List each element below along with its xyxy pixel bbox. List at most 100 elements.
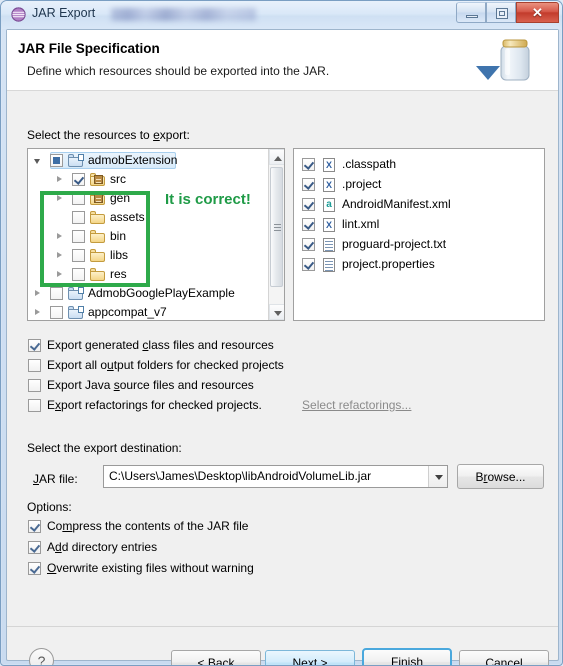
tree-row-checkbox[interactable] [50,306,63,319]
footer-divider [7,626,558,627]
select-refactorings-link[interactable]: Select refactorings... [302,398,411,412]
jar-export-window: JAR Export ✕ JAR File Specification Defi… [0,0,563,666]
android-manifest-icon: a [322,198,338,212]
help-button[interactable]: ? [29,648,54,666]
jar-option-checkbox[interactable] [28,541,41,554]
window-title-bar[interactable]: JAR Export ✕ [1,1,562,29]
maximize-icon [496,8,508,19]
tree-row[interactable]: appcompat_v7 [28,303,268,320]
export-option-checkbox[interactable] [28,359,41,372]
chevron-right-icon[interactable] [56,233,63,240]
source-folder-icon [90,173,106,187]
xml-file-icon: X [322,158,338,172]
tree-row-checkbox[interactable] [72,249,85,262]
export-option-label: Export Java source files and resources [47,378,254,392]
chevron-right-icon[interactable] [34,309,41,316]
jar-option-label: Compress the contents of the JAR file [47,519,249,533]
browse-button[interactable]: Browse... [457,464,544,489]
maximize-button[interactable] [486,2,516,23]
cancel-label: Cancel [485,655,523,666]
tree-row-checkbox[interactable] [50,287,63,300]
file-checkbox[interactable] [302,178,315,191]
tree-row-checkbox[interactable] [72,192,85,205]
jar-file-combobox[interactable]: C:\Users\James\Desktop\libAndroidVolumeL… [103,465,448,488]
tree-row-checkbox[interactable] [50,154,63,167]
file-label: .project [342,177,382,191]
file-checkbox[interactable] [302,258,315,271]
next-button[interactable]: Next > [265,650,355,665]
file-checkbox[interactable] [302,238,315,251]
tree-row-checkbox[interactable] [72,268,85,281]
file-list[interactable]: X .classpath X .project a AndroidManifest.xml… [293,148,545,321]
file-checkbox[interactable] [302,158,315,171]
chevron-right-icon[interactable] [34,290,41,297]
file-label: AndroidManifest.xml [342,197,451,211]
tree-row-label: AdmobGooglePlayExample [88,286,235,300]
resource-tree[interactable]: admobExtension src gen assets bin libs res Admo… [27,148,285,321]
minimize-icon [466,15,478,18]
help-icon: ? [37,653,46,666]
close-button[interactable]: ✕ [516,2,559,23]
back-button[interactable]: < Back [171,650,261,665]
scroll-up-icon[interactable] [269,149,284,165]
tree-row[interactable]: assets [28,208,268,227]
project-icon [68,154,84,168]
file-label: project.properties [342,257,435,271]
tree-row[interactable]: bin [28,227,268,246]
cancel-button[interactable]: Cancel [459,650,549,666]
jar-export-sphere-icon [11,7,26,22]
file-list-item[interactable]: Xlint.xml [294,215,544,234]
page-title: JAR File Specification [18,41,160,56]
scrollbar-thumb[interactable] [270,167,283,287]
file-list-item[interactable]: project.properties [294,255,544,274]
tree-row-label: admobExtension [88,153,178,167]
minimize-button[interactable] [456,2,486,23]
window-title: JAR Export [32,6,96,20]
export-option-label: Export refactorings for checked projects… [47,398,262,412]
xml-file-icon: X [322,218,338,232]
file-list-item[interactable]: X .classpath [294,155,544,174]
chevron-right-icon[interactable] [56,271,63,278]
file-list-item[interactable]: proguard-project.txt [294,235,544,254]
tree-row[interactable]: AdmobGooglePlayExample [28,284,268,303]
xml-file-icon: X [322,178,338,192]
jar-file-label: JAR file: [33,472,78,486]
file-list-item[interactable]: X .project [294,175,544,194]
file-checkbox[interactable] [302,198,315,211]
export-option-checkbox[interactable] [28,339,41,352]
file-checkbox[interactable] [302,218,315,231]
resources-section-label: Select the resources to export: [27,128,190,142]
tree-row-checkbox[interactable] [72,230,85,243]
export-option-checkbox[interactable] [28,399,41,412]
tree-row-label: src [110,172,126,186]
project-icon [68,287,84,301]
file-label: lint.xml [342,217,380,231]
tree-row[interactable]: src [28,170,268,189]
wizard-header: JAR File Specification Define which reso… [7,30,558,91]
tree-row-label: bin [110,229,127,243]
finish-button[interactable]: Finish [362,648,452,665]
tree-row[interactable]: res [28,265,268,284]
tree-row-label: gen [110,191,131,205]
folder-icon [90,230,106,244]
tree-row[interactable]: admobExtension [28,151,268,170]
tree-row-checkbox[interactable] [72,211,85,224]
chevron-right-icon[interactable] [56,252,63,259]
chevron-down-icon[interactable] [428,466,447,487]
chevron-down-icon[interactable] [34,157,41,164]
jar-option-checkbox[interactable] [28,520,41,533]
export-option-checkbox[interactable] [28,379,41,392]
tree-row[interactable]: libs [28,246,268,265]
properties-file-icon [322,258,338,272]
file-list-item[interactable]: a AndroidManifest.xml [294,195,544,214]
annotation-text: It is correct! [165,191,251,208]
tree-row-checkbox[interactable] [72,173,85,186]
text-file-icon [322,238,338,252]
scroll-down-icon[interactable] [269,304,284,320]
chevron-right-icon[interactable] [56,195,63,202]
jar-option-checkbox[interactable] [28,562,41,575]
tree-scrollbar[interactable] [268,149,284,320]
chevron-right-icon[interactable] [56,176,63,183]
jar-file-value[interactable]: C:\Users\James\Desktop\libAndroidVolumeL… [109,469,371,483]
close-icon: ✕ [532,4,543,20]
